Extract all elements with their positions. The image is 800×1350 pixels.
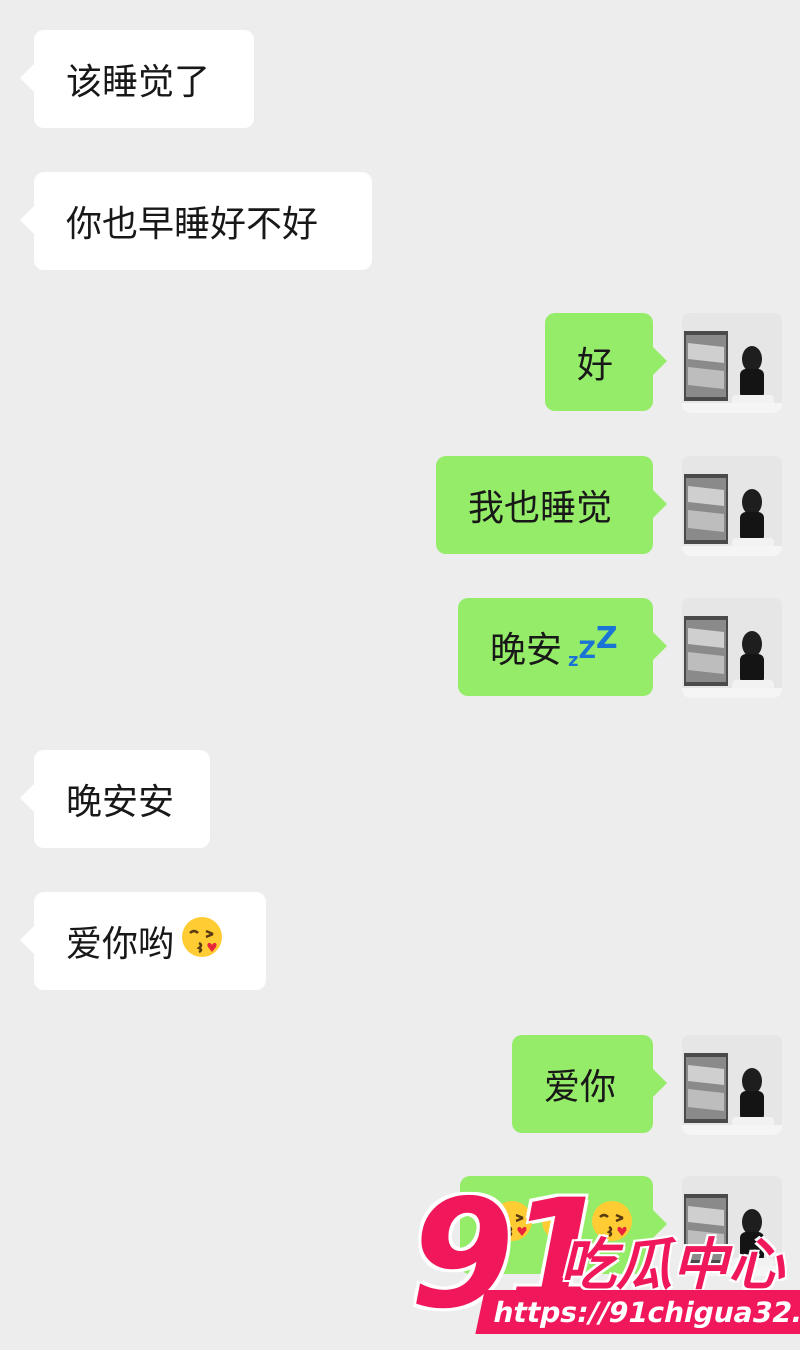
incoming-message-bubble[interactable]: 爱你哟: [20, 892, 266, 990]
watermark-logo-text: 吃瓜中心: [560, 1233, 784, 1298]
outgoing-message-bubble[interactable]: 好: [545, 313, 667, 411]
message-text: 好: [577, 345, 614, 386]
message-text: 我也睡觉: [468, 488, 613, 529]
user-avatar[interactable]: [682, 313, 782, 413]
outgoing-message-bubble[interactable]: 晚安 zZZ: [458, 598, 667, 696]
message-text: 你也早睡好不好: [66, 204, 319, 245]
message-text: 爱你哟: [66, 924, 175, 965]
message-text: 该睡觉了: [66, 62, 211, 103]
message-text: 晚安安: [66, 782, 175, 823]
incoming-message-bubble[interactable]: 你也早睡好不好: [20, 172, 372, 270]
watermark: 91 吃瓜中心 https://91chigua32.com: [410, 1180, 800, 1350]
zzz-icon: zZZ: [568, 621, 618, 671]
message-text: 爱你: [544, 1067, 617, 1108]
message-text: 晚安: [490, 630, 563, 671]
watermark-url: https://91chigua32.com: [475, 1290, 800, 1334]
outgoing-message-bubble[interactable]: 爱你: [512, 1035, 667, 1133]
user-avatar[interactable]: [682, 456, 782, 556]
outgoing-message-bubble[interactable]: 我也睡觉: [436, 456, 667, 554]
incoming-message-bubble[interactable]: 该睡觉了: [20, 30, 254, 128]
user-avatar[interactable]: [682, 1035, 782, 1135]
user-avatar[interactable]: [682, 598, 782, 698]
incoming-message-bubble[interactable]: 晚安安: [20, 750, 210, 848]
kissing-face-icon: [180, 915, 224, 968]
